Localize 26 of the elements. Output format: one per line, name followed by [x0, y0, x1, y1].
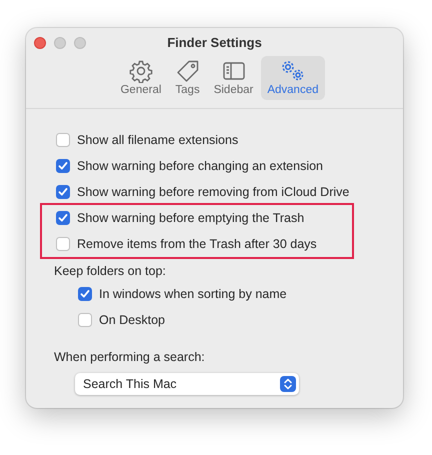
checkbox[interactable] — [56, 185, 70, 199]
checkbox-label: On Desktop — [99, 313, 166, 327]
chevron-up-down-icon — [280, 376, 296, 392]
close-button[interactable] — [34, 37, 46, 49]
tag-icon — [176, 59, 200, 83]
checkbox-label: Show warning before emptying the Trash — [77, 211, 304, 225]
section-label: Keep folders on top: — [53, 263, 167, 280]
toolbar-tab[interactable]: General — [114, 56, 168, 100]
toolbar-tab[interactable]: Advanced — [261, 56, 324, 100]
toolbar-tab[interactable]: Sidebar — [208, 56, 260, 100]
checkbox[interactable] — [56, 159, 70, 173]
search-scope-dropdown[interactable]: Search This Mac — [75, 373, 299, 395]
section-label: When performing a search: — [53, 349, 206, 366]
checkbox[interactable] — [78, 313, 92, 327]
checkbox[interactable] — [56, 133, 70, 147]
checkbox[interactable] — [78, 287, 92, 301]
checkbox-label: Show all filename extensions — [77, 133, 238, 147]
checkbox-label: Show warning before changing an extension — [77, 159, 324, 173]
checkbox-label: Remove items from the Trash after 30 days — [77, 237, 317, 251]
toolbar-tab[interactable]: Tags — [169, 56, 206, 100]
checkbox[interactable] — [56, 211, 70, 225]
checkbox-label: In windows when sorting by name — [99, 287, 287, 301]
gear-icon — [128, 59, 153, 83]
checkbox[interactable] — [56, 237, 70, 251]
window-title: Finder Settings — [167, 34, 262, 50]
checkbox-label: Show warning before removing from iCloud Drive — [77, 185, 350, 199]
